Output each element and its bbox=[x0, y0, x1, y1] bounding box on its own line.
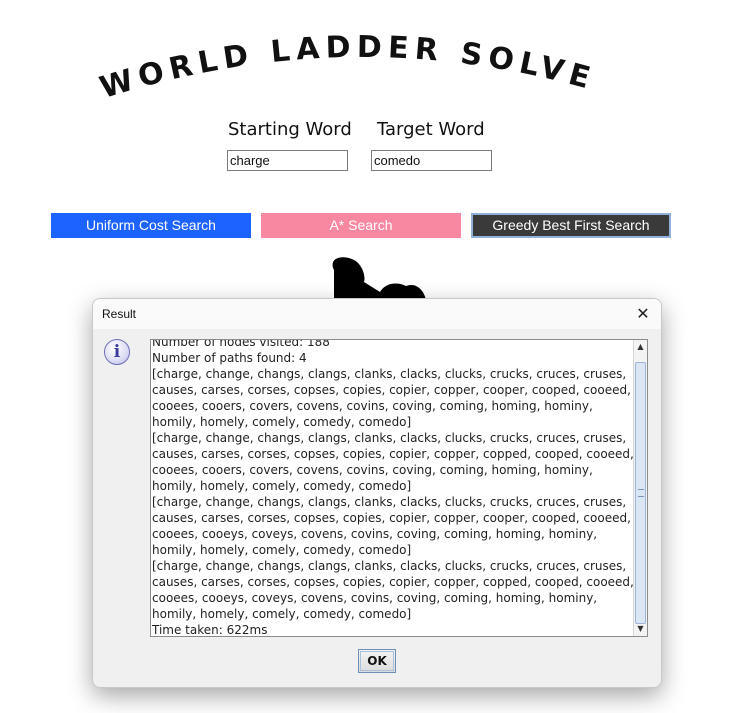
scroll-up-arrow-icon[interactable]: ▲ bbox=[634, 340, 647, 354]
app-title-text: WORLD LADDER SOLVER bbox=[0, 0, 594, 106]
scrollbar-thumb[interactable] bbox=[635, 362, 646, 624]
target-word-label: Target Word bbox=[377, 119, 485, 140]
starting-word-label: Starting Word bbox=[228, 119, 352, 140]
greedy-best-first-search-button[interactable]: Greedy Best First Search bbox=[471, 213, 671, 238]
close-icon[interactable]: ✕ bbox=[633, 304, 653, 324]
app-title: WORLD LADDER SOLVER bbox=[0, 0, 600, 106]
result-dialog: Result ✕ i Number of nodes visited: 188 … bbox=[92, 298, 662, 688]
scroll-down-arrow-icon[interactable]: ▼ bbox=[634, 622, 647, 636]
dialog-title: Result bbox=[102, 307, 137, 321]
vertical-scrollbar[interactable]: ▲ ▼ bbox=[633, 340, 647, 636]
result-text: Number of nodes visited: 188 Number of p… bbox=[152, 339, 634, 637]
starting-word-input[interactable]: charge bbox=[227, 150, 348, 171]
uniform-cost-search-button[interactable]: Uniform Cost Search bbox=[51, 213, 251, 238]
info-icon: i bbox=[104, 339, 130, 365]
a-star-search-button[interactable]: A* Search bbox=[261, 213, 461, 238]
result-text-area[interactable]: Number of nodes visited: 188 Number of p… bbox=[150, 339, 648, 637]
ok-button[interactable]: OK bbox=[358, 649, 396, 673]
svg-text:WORLD LADDER SOLVER: WORLD LADDER SOLVER bbox=[0, 0, 600, 106]
grip-icon bbox=[638, 489, 644, 497]
dialog-titlebar: Result ✕ bbox=[93, 299, 661, 329]
target-word-input[interactable]: comedo bbox=[371, 150, 492, 171]
